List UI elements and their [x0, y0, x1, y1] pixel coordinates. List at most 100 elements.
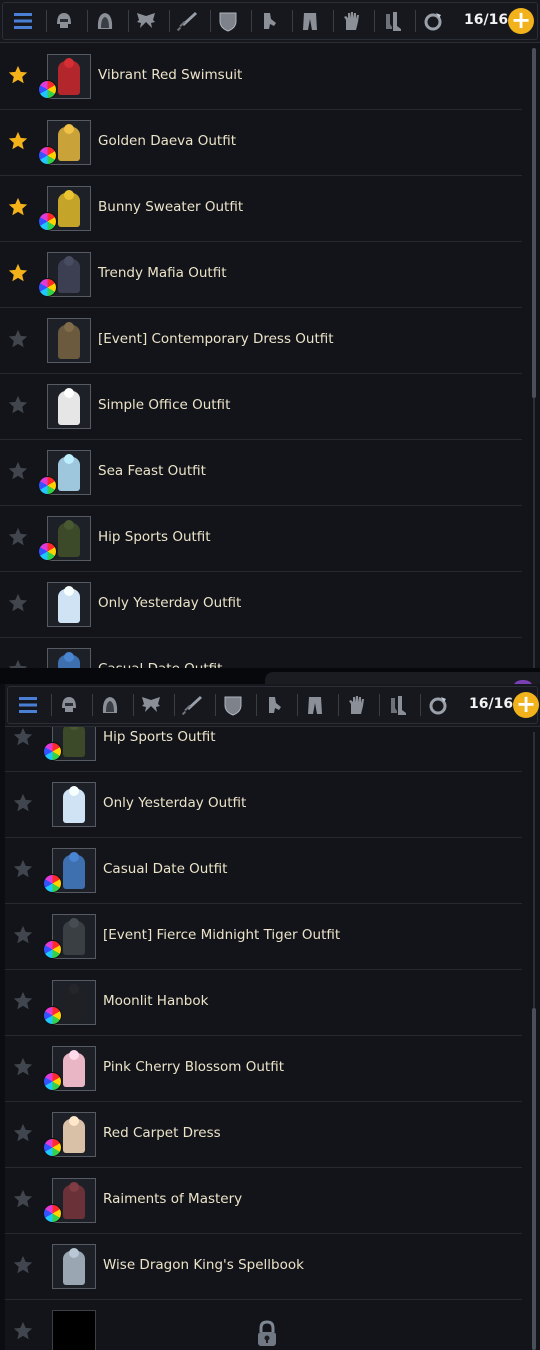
boots-icon[interactable] [385, 693, 409, 717]
favorite-star-icon[interactable] [7, 130, 29, 152]
gauntlet-icon[interactable] [262, 693, 286, 717]
outfit-name: Bunny Sweater Outfit [98, 199, 244, 215]
scrollbar[interactable] [530, 48, 538, 668]
outfit-name: Red Carpet Dress [103, 1125, 221, 1141]
scroll-thumb[interactable] [532, 48, 536, 398]
wings-icon[interactable] [134, 9, 158, 33]
outfit-row[interactable]: Wise Dragon King's Spellbook [5, 1234, 522, 1300]
outfit-row[interactable]: Casual Date Outfit [5, 838, 522, 904]
favorite-star-icon[interactable] [7, 64, 29, 86]
outfit-name: Only Yesterday Outfit [98, 595, 242, 611]
scroll-thumb[interactable] [532, 1008, 536, 1350]
outfit-name: Casual Date Outfit [103, 861, 228, 877]
outfit-row[interactable]: Red Carpet Dress [5, 1102, 522, 1168]
outfit-name: Raiments of Mastery [103, 1191, 243, 1207]
shield-icon[interactable] [216, 9, 240, 33]
dye-palette-icon [44, 875, 61, 892]
outfit-row[interactable]: Golden Daeva Outfit [0, 110, 522, 176]
menu-icon[interactable] [16, 693, 40, 717]
toolbar-separator [46, 10, 47, 32]
unfavorite-star-icon[interactable] [12, 1320, 34, 1342]
scrollbar[interactable] [530, 732, 538, 1350]
hood-icon[interactable] [98, 693, 122, 717]
wings-icon[interactable] [139, 693, 163, 717]
shield-icon[interactable] [221, 693, 245, 717]
outfit-row[interactable]: Bunny Sweater Outfit [0, 176, 522, 242]
dye-palette-icon [39, 279, 56, 296]
outfit-row[interactable]: Sea Feast Outfit [0, 440, 522, 506]
unfavorite-star-icon[interactable] [12, 1188, 34, 1210]
outfit-row[interactable]: Moonlit Hanbok [5, 970, 522, 1036]
outfit-list: Vibrant Red Swimsuit Golden Daeva Outfit B… [0, 44, 522, 668]
glove-icon[interactable] [344, 693, 368, 717]
unfavorite-star-icon[interactable] [12, 726, 34, 748]
outfit-name: Hip Sports Outfit [98, 529, 211, 545]
dye-palette-icon [44, 743, 61, 760]
outfit-thumbnail [47, 582, 91, 627]
glove-icon[interactable] [339, 9, 363, 33]
unfavorite-star-icon[interactable] [7, 658, 29, 668]
favorite-star-icon[interactable] [7, 196, 29, 218]
toolbar-separator [210, 10, 211, 32]
category-toolbar: 16/16 + [5, 684, 540, 727]
menu-icon[interactable] [11, 9, 35, 33]
toolbar-separator [128, 10, 129, 32]
toolbar-separator [256, 694, 257, 716]
add-slot-button[interactable]: + [513, 692, 539, 718]
unfavorite-star-icon[interactable] [12, 1056, 34, 1078]
unfavorite-star-icon[interactable] [7, 526, 29, 548]
outfit-name: Sea Feast Outfit [98, 463, 206, 479]
unfavorite-star-icon[interactable] [12, 858, 34, 880]
dye-palette-icon [44, 1205, 61, 1222]
unfavorite-star-icon[interactable] [7, 394, 29, 416]
outfit-row[interactable]: Casual Date Outfit [0, 638, 522, 668]
outfit-thumbnail [52, 1244, 96, 1289]
slot-count: 16/16 [469, 696, 514, 712]
sword-icon[interactable] [180, 693, 204, 717]
gauntlet-icon[interactable] [257, 9, 281, 33]
pants-icon[interactable] [298, 9, 322, 33]
outfit-row[interactable]: Pink Cherry Blossom Outfit [5, 1036, 522, 1102]
unfavorite-star-icon[interactable] [12, 990, 34, 1012]
boots-icon[interactable] [380, 9, 404, 33]
favorite-star-icon[interactable] [7, 262, 29, 284]
toolbar-separator [379, 694, 380, 716]
toolbar-separator [92, 694, 93, 716]
outfit-row[interactable] [5, 1300, 522, 1350]
outfit-name: Wise Dragon King's Spellbook [103, 1257, 304, 1273]
outfit-row[interactable]: [Event] Fierce Midnight Tiger Outfit [5, 904, 522, 970]
outfit-row[interactable]: Trendy Mafia Outfit [0, 242, 522, 308]
outfit-name: Vibrant Red Swimsuit [98, 67, 243, 83]
helmet-icon[interactable] [52, 9, 76, 33]
sword-icon[interactable] [175, 9, 199, 33]
unfavorite-star-icon[interactable] [12, 1122, 34, 1144]
ring-icon[interactable] [426, 693, 450, 717]
dye-palette-icon [39, 213, 56, 230]
outfit-name: Hip Sports Outfit [103, 729, 216, 745]
outfit-row[interactable]: Only Yesterday Outfit [0, 572, 522, 638]
unfavorite-star-icon[interactable] [7, 592, 29, 614]
category-toolbar: 16/16 + [0, 0, 540, 43]
helmet-icon[interactable] [57, 693, 81, 717]
hood-icon[interactable] [93, 9, 117, 33]
ring-icon[interactable] [421, 9, 445, 33]
unfavorite-star-icon[interactable] [12, 792, 34, 814]
unfavorite-star-icon[interactable] [12, 1254, 34, 1276]
unfavorite-star-icon[interactable] [7, 460, 29, 482]
outfit-thumbnail [52, 1310, 96, 1350]
outfit-row[interactable]: Only Yesterday Outfit [5, 772, 522, 838]
outfit-row[interactable]: Simple Office Outfit [0, 374, 522, 440]
outfit-row[interactable]: Vibrant Red Swimsuit [0, 44, 522, 110]
outfit-row[interactable]: [Event] Contemporary Dress Outfit [0, 308, 522, 374]
outfit-row[interactable]: Raiments of Mastery [5, 1168, 522, 1234]
pants-icon[interactable] [303, 693, 327, 717]
toolbar-separator [374, 10, 375, 32]
wardrobe-panel-bottom: Hip Sports Outfit Only Yesterday Outfit Ca… [5, 684, 540, 1350]
outfit-name: Golden Daeva Outfit [98, 133, 236, 149]
add-slot-button[interactable]: + [508, 8, 534, 34]
outfit-row[interactable]: Hip Sports Outfit [0, 506, 522, 572]
outfit-list: Hip Sports Outfit Only Yesterday Outfit Ca… [5, 706, 522, 1350]
unfavorite-star-icon[interactable] [7, 328, 29, 350]
unfavorite-star-icon[interactable] [12, 924, 34, 946]
toolbar-separator [133, 694, 134, 716]
